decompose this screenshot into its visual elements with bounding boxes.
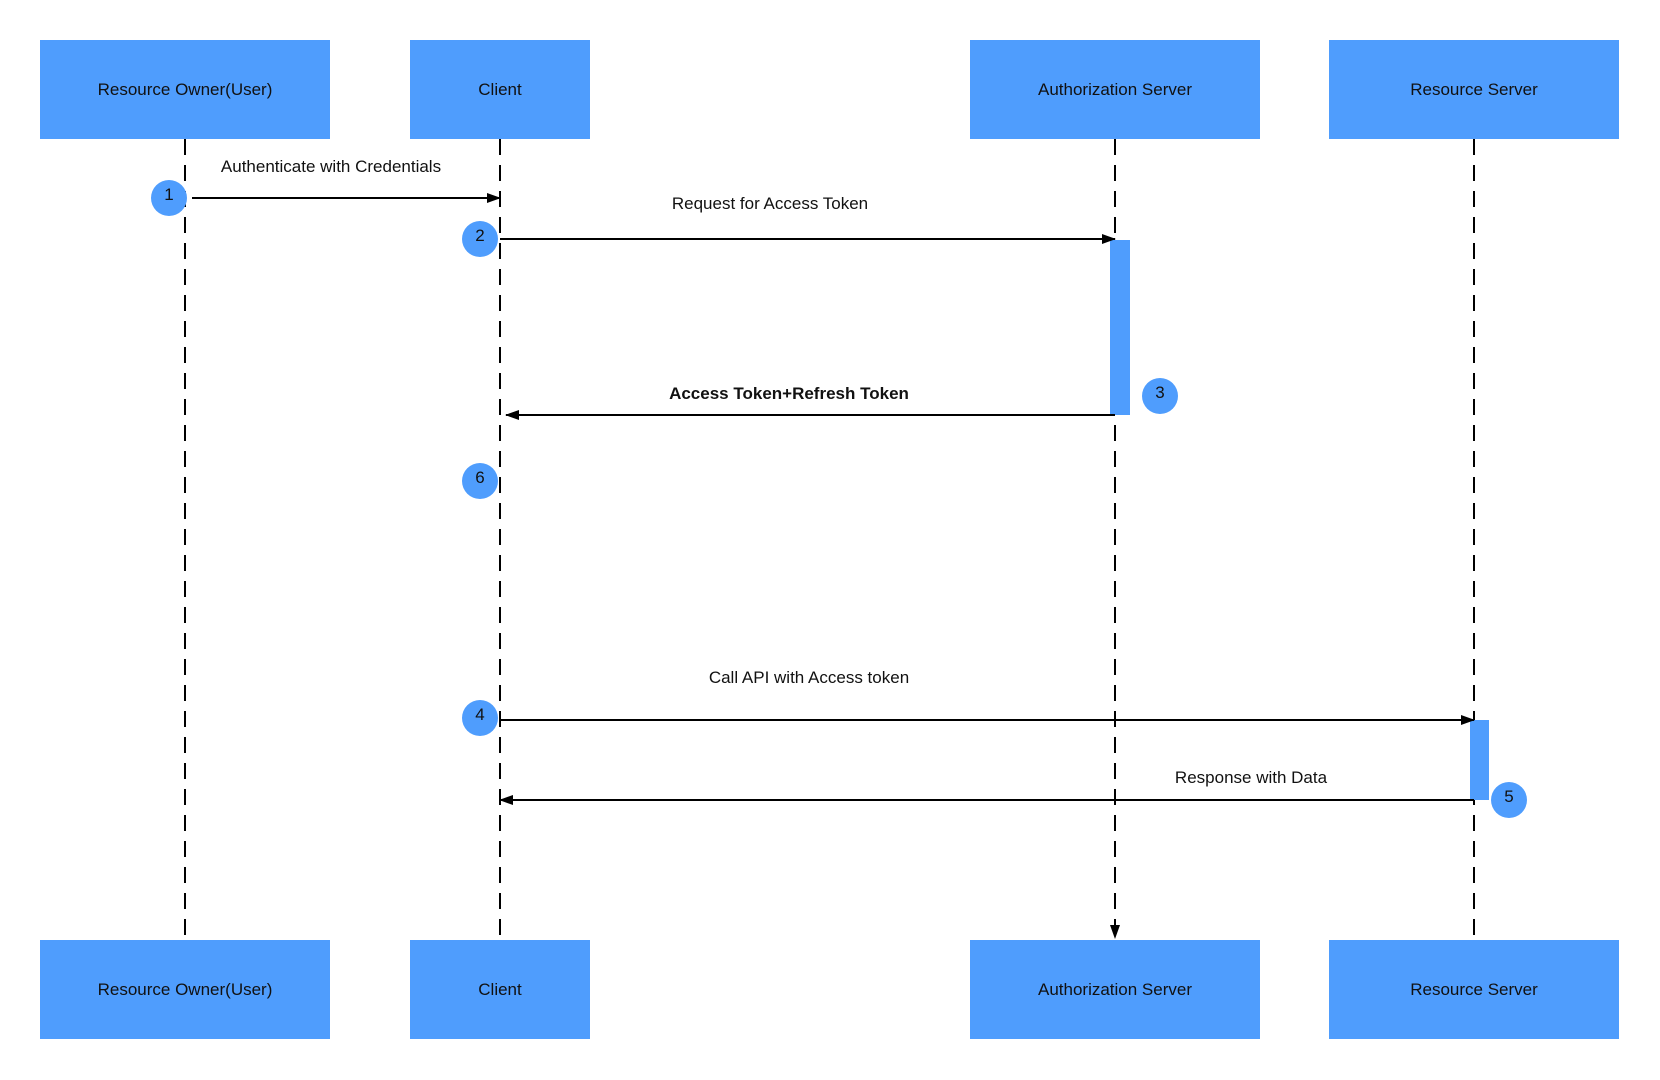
participant-label-client: Client (478, 980, 522, 999)
step-number-6: 6 (475, 468, 484, 487)
message-label-5: Response with Data (1175, 768, 1328, 787)
message-label-2: Request for Access Token (672, 194, 868, 213)
message-label-1: Authenticate with Credentials (221, 157, 441, 176)
step-number-5: 5 (1504, 787, 1513, 806)
step-number-3: 3 (1155, 383, 1164, 402)
participant-label-client: Client (478, 80, 522, 99)
participant-label-resource: Resource Server (1410, 980, 1538, 999)
step-number-2: 2 (475, 226, 484, 245)
sequence-diagram: Authenticate with Credentials Request for… (40, 40, 1619, 1039)
step-number-1: 1 (164, 185, 173, 204)
participant-label-auth: Authorization Server (1038, 980, 1192, 999)
activation-bar-auth (1110, 240, 1130, 415)
participant-label-auth: Authorization Server (1038, 80, 1192, 99)
participant-label-owner: Resource Owner(User) (98, 80, 273, 99)
message-label-4: Call API with Access token (709, 668, 909, 687)
step-number-4: 4 (475, 705, 484, 724)
participant-label-owner: Resource Owner(User) (98, 980, 273, 999)
message-label-3: Access Token+Refresh Token (669, 384, 909, 403)
participant-label-resource: Resource Server (1410, 80, 1538, 99)
activation-bar-resource (1470, 720, 1489, 800)
